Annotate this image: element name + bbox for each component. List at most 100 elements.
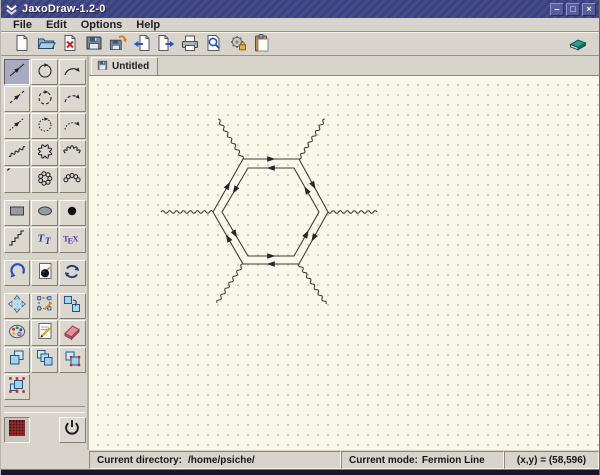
tool-vertex[interactable] (59, 200, 86, 226)
tool-scalar-line[interactable] (4, 86, 31, 112)
mode-value: Fermion Line (422, 455, 485, 466)
status-mode: Current mode: Fermion Line (341, 451, 504, 469)
clear-all-icon (35, 261, 55, 284)
blob-icon (35, 201, 55, 224)
drawing-canvas[interactable] (89, 76, 599, 450)
quit-icon (62, 418, 82, 441)
preferences-button[interactable] (226, 33, 250, 55)
zigzag-line-icon (7, 228, 27, 251)
latex-mode-icon: TEX (62, 228, 82, 251)
menu-file[interactable]: File (6, 18, 39, 32)
tool-scalar-arc[interactable] (59, 86, 86, 112)
clipboard-icon (252, 33, 272, 56)
save-button[interactable] (82, 33, 106, 55)
user-guide-button[interactable] (566, 33, 590, 55)
tool-fermion-loop[interactable] (31, 59, 58, 85)
photon-line-icon (7, 141, 27, 164)
tab-bar: Untitled (89, 56, 599, 76)
book-icon (568, 33, 588, 56)
gluon-line-icon (7, 168, 27, 191)
status-bar: Current directory: /home/psiche/ Current… (1, 450, 599, 469)
scalar-loop-icon (35, 87, 55, 110)
printer-icon (180, 33, 200, 56)
floppy-icon (84, 33, 104, 56)
jaxodraw-window: JaxoDraw-1.2-0 –□× FileEditOptionsHelp T… (0, 0, 600, 475)
tool-fermion-arc[interactable] (59, 59, 86, 85)
tool-paste-stack[interactable] (59, 347, 86, 373)
status-coordinates: (x,y) = (58,596) (504, 451, 599, 469)
tool-grid-toggle[interactable] (4, 417, 31, 443)
floppy-as-icon (108, 33, 128, 56)
edit-vertices-icon (35, 294, 55, 317)
tool-ghost-arc[interactable] (59, 113, 86, 139)
import-button[interactable] (130, 33, 154, 55)
tool-duplicate[interactable] (4, 347, 31, 373)
tool-copy-stack[interactable] (31, 347, 58, 373)
tool-quit[interactable] (59, 417, 86, 443)
tool-zigzag-line[interactable] (4, 227, 31, 253)
mode-label: Current mode: (349, 455, 418, 466)
doc-new-icon (12, 33, 32, 56)
refresh-icon (62, 261, 82, 284)
ghost-line-icon (7, 114, 27, 137)
photon-arc-icon (62, 141, 82, 164)
tool-gluon-line[interactable] (4, 167, 31, 193)
tool-ghost-loop[interactable] (31, 113, 58, 139)
export-button[interactable] (154, 33, 178, 55)
tool-edit-vertices[interactable] (31, 293, 58, 319)
box-icon (7, 201, 27, 224)
undo-icon (7, 261, 27, 284)
feynman-diagram (89, 76, 598, 450)
menu-edit[interactable]: Edit (39, 18, 74, 32)
maximize-button[interactable]: □ (566, 3, 580, 16)
close-button[interactable]: × (582, 3, 596, 16)
tool-refresh[interactable] (59, 260, 86, 286)
tab-untitled[interactable]: Untitled (91, 57, 158, 75)
tool-group-select[interactable] (4, 374, 31, 400)
gear-lock-icon (228, 33, 248, 56)
tool-edit-object[interactable] (31, 320, 58, 346)
tool-clear-all[interactable] (31, 260, 58, 286)
save-as-button[interactable] (106, 33, 130, 55)
tool-move[interactable] (4, 293, 31, 319)
window-buttons: –□× (550, 3, 596, 16)
tool-text-mode[interactable]: TT (31, 227, 58, 253)
paste-button[interactable] (250, 33, 274, 55)
empty-slot (31, 417, 58, 443)
svg-text:T: T (45, 236, 51, 246)
titlebar: JaxoDraw-1.2-0 –□× (1, 0, 599, 18)
tool-gluon-loop[interactable] (31, 167, 58, 193)
menubar: FileEditOptionsHelp (1, 18, 599, 32)
open-file-button[interactable] (34, 33, 58, 55)
doc-import-icon (132, 33, 152, 56)
tool-scalar-loop[interactable] (31, 86, 58, 112)
tool-color-chooser[interactable] (4, 320, 31, 346)
panel-separator (4, 406, 85, 413)
tool-panel: TT TEX (1, 56, 89, 450)
tool-photon-arc[interactable] (59, 140, 86, 166)
print-button[interactable] (178, 33, 202, 55)
directory-value: /home/psiche/ (188, 455, 255, 466)
tool-blob[interactable] (31, 200, 58, 226)
vertex-icon (62, 201, 82, 224)
tool-fermion-line[interactable] (4, 59, 31, 85)
tool-photon-loop[interactable] (31, 140, 58, 166)
tool-ungroup[interactable] (59, 293, 86, 319)
tool-delete-object[interactable] (59, 320, 86, 346)
directory-label: Current directory: (97, 455, 182, 466)
menu-options[interactable]: Options (74, 18, 130, 32)
svg-text:TEX: TEX (63, 234, 79, 246)
minimize-button[interactable]: – (550, 3, 564, 16)
tool-undo[interactable] (4, 260, 31, 286)
tool-ghost-line[interactable] (4, 113, 31, 139)
new-file-button[interactable] (10, 33, 34, 55)
preview-button[interactable] (202, 33, 226, 55)
folder-open-icon (36, 33, 56, 56)
tool-latex-mode[interactable]: TEX (59, 227, 86, 253)
close-file-button[interactable] (58, 33, 82, 55)
menu-help[interactable]: Help (129, 18, 167, 32)
tool-gluon-arc[interactable] (59, 167, 86, 193)
empty-slot (31, 374, 58, 400)
tool-box[interactable] (4, 200, 31, 226)
tool-photon-line[interactable] (4, 140, 31, 166)
